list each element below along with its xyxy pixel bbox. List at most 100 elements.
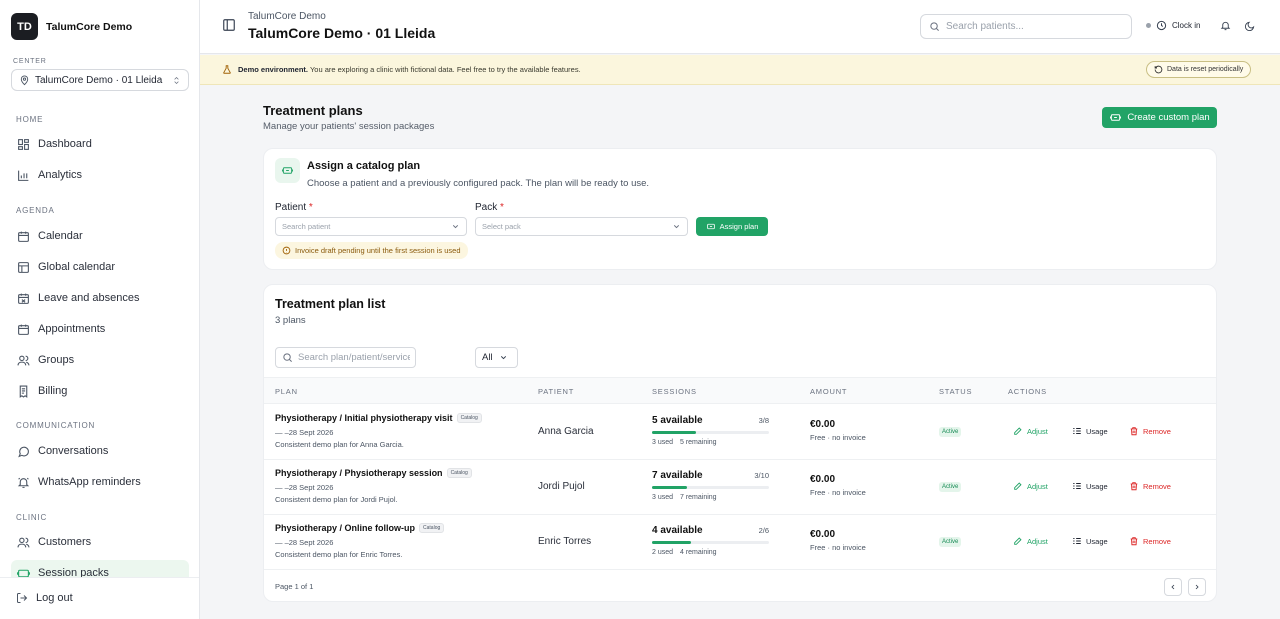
remove-button[interactable]: Remove xyxy=(1129,426,1171,436)
sidebar-toggle-button[interactable] xyxy=(222,18,239,35)
patient-search-input[interactable] xyxy=(946,21,1116,32)
ticket-icon xyxy=(1109,112,1122,123)
theme-toggle-button[interactable] xyxy=(1244,21,1255,32)
patient-name[interactable]: Anna Garcia xyxy=(538,426,594,437)
sidebar-item-groups[interactable]: Groups xyxy=(11,347,189,373)
center-label: CENTER xyxy=(13,58,47,65)
usage-button[interactable]: Usage xyxy=(1072,481,1108,491)
prev-page-button[interactable] xyxy=(1164,578,1182,596)
plan-name-cell: Physiotherapy / Initial physiotherapy vi… xyxy=(275,413,482,423)
required-mark: * xyxy=(500,202,504,213)
list-title: Treatment plan list xyxy=(275,297,386,311)
sidebar-item-billing[interactable]: Billing xyxy=(11,378,189,404)
remove-button[interactable]: Remove xyxy=(1129,536,1171,546)
patient-search[interactable] xyxy=(920,14,1132,39)
sessions-ratio: 2/6 xyxy=(758,526,769,535)
invoice-icon xyxy=(17,385,30,398)
brand-logo: TD xyxy=(11,13,38,40)
plan-name[interactable]: Physiotherapy / Initial physiotherapy vi… xyxy=(275,413,453,423)
chevron-left-icon xyxy=(1169,583,1177,591)
sidebar-item-calendar[interactable]: Calendar xyxy=(11,223,189,249)
sidebar-item-whatsapp[interactable]: WhatsApp reminders xyxy=(11,469,189,495)
sessions-progress-bar xyxy=(652,541,769,544)
catalog-badge: Catalog xyxy=(456,413,482,423)
adjust-button[interactable]: Adjust xyxy=(1013,481,1048,491)
location-pin-icon xyxy=(19,75,30,86)
sessions-ratio: 3/10 xyxy=(754,471,769,480)
notifications-button[interactable] xyxy=(1220,20,1231,31)
center-select-value: TalumCore Demo · 01 Lleida xyxy=(35,74,163,86)
section-clinic: CLINIC xyxy=(16,513,48,522)
plan-search-input[interactable] xyxy=(298,352,410,363)
clock-in-label: Clock in xyxy=(1172,21,1201,30)
list-icon xyxy=(1072,426,1082,436)
center-select[interactable]: TalumCore Demo · 01 Lleida xyxy=(11,69,189,91)
usage-button[interactable]: Usage xyxy=(1072,426,1108,436)
sidebar-item-label: Appointments xyxy=(38,323,106,335)
search-icon xyxy=(282,352,293,363)
pack-select[interactable]: Select pack xyxy=(475,217,688,236)
message-icon xyxy=(17,445,30,458)
next-page-button[interactable] xyxy=(1188,578,1206,596)
breadcrumb[interactable]: TalumCore Demo xyxy=(248,11,326,22)
sidebar-item-conversations[interactable]: Conversations xyxy=(11,438,189,464)
adjust-button[interactable]: Adjust xyxy=(1013,426,1048,436)
usage-button[interactable]: Usage xyxy=(1072,536,1108,546)
table-row: Physiotherapy / Physiotherapy session Cat… xyxy=(264,460,1216,515)
patient-select[interactable]: Search patient xyxy=(275,217,467,236)
patient-name[interactable]: Jordi Pujol xyxy=(538,481,585,492)
flask-icon xyxy=(222,64,232,75)
plan-amount: €0.00 xyxy=(810,474,836,485)
create-custom-plan-button[interactable]: Create custom plan xyxy=(1102,107,1217,128)
sidebar: TD TalumCore Demo CENTER TalumCore Demo … xyxy=(0,0,200,619)
plan-name-cell: Physiotherapy / Online follow-up Catalog xyxy=(275,523,445,533)
sidebar-item-dashboard[interactable]: Dashboard xyxy=(11,131,189,157)
table-row: Physiotherapy / Online follow-up Catalog … xyxy=(264,515,1216,570)
adjust-button[interactable]: Adjust xyxy=(1013,536,1048,546)
plan-name[interactable]: Physiotherapy / Online follow-up xyxy=(275,523,415,533)
trash-icon xyxy=(1129,481,1139,491)
page-subtitle: Manage your patients' session packages xyxy=(263,121,435,132)
invoice-warning: Invoice draft pending until the first se… xyxy=(275,242,468,259)
sidebar-item-label: Customers xyxy=(38,536,92,548)
data-reset-badge: Data is reset periodically xyxy=(1146,61,1252,78)
brand-name: TalumCore Demo xyxy=(46,20,133,33)
assign-plan-button[interactable]: Assign plan xyxy=(696,217,768,236)
sessions-progress-bar xyxy=(652,431,769,434)
moon-icon xyxy=(1244,21,1255,32)
clock-status-dot xyxy=(1146,23,1151,28)
sidebar-item-label: Dashboard xyxy=(38,138,92,150)
assign-catalog-card: Assign a catalog plan Choose a patient a… xyxy=(263,148,1217,270)
logout-button[interactable]: Log out xyxy=(16,592,73,604)
plan-search[interactable] xyxy=(275,347,416,368)
dashboard-icon xyxy=(17,138,30,151)
users-icon xyxy=(17,536,30,549)
remove-label: Remove xyxy=(1143,536,1171,546)
list-count: 3 plans xyxy=(275,315,306,326)
calendar-check-icon xyxy=(17,323,30,336)
sessions-remaining: 7 remaining xyxy=(680,494,717,501)
status-filter-select[interactable]: All xyxy=(475,347,518,368)
usage-label: Usage xyxy=(1086,481,1108,491)
sidebar-item-global-calendar[interactable]: Global calendar xyxy=(11,254,189,280)
remove-button[interactable]: Remove xyxy=(1129,481,1171,491)
plan-name[interactable]: Physiotherapy / Physiotherapy session xyxy=(275,468,443,478)
sidebar-item-leave[interactable]: Leave and absences xyxy=(11,285,189,311)
logout-icon xyxy=(16,592,28,604)
sidebar-item-analytics[interactable]: Analytics xyxy=(11,162,189,188)
sidebar-item-customers[interactable]: Customers xyxy=(11,529,189,555)
alert-circle-icon xyxy=(282,246,291,255)
sidebar-item-label: Conversations xyxy=(38,445,109,457)
demo-banner: Demo environment. You are exploring a cl… xyxy=(200,55,1280,85)
sidebar-item-label: Calendar xyxy=(38,230,83,242)
adjust-label: Adjust xyxy=(1027,426,1048,436)
sidebar-item-appointments[interactable]: Appointments xyxy=(11,316,189,342)
assign-title: Assign a catalog plan xyxy=(307,160,421,172)
column-header-plan: PLAN xyxy=(275,387,298,396)
patient-name[interactable]: Enric Torres xyxy=(538,536,591,547)
clock-in-button[interactable]: Clock in xyxy=(1146,20,1200,31)
sessions-progress-fill xyxy=(652,486,688,489)
brand[interactable]: TD TalumCore Demo xyxy=(11,13,132,40)
chevron-right-icon xyxy=(1193,583,1201,591)
reset-icon xyxy=(1154,65,1163,74)
